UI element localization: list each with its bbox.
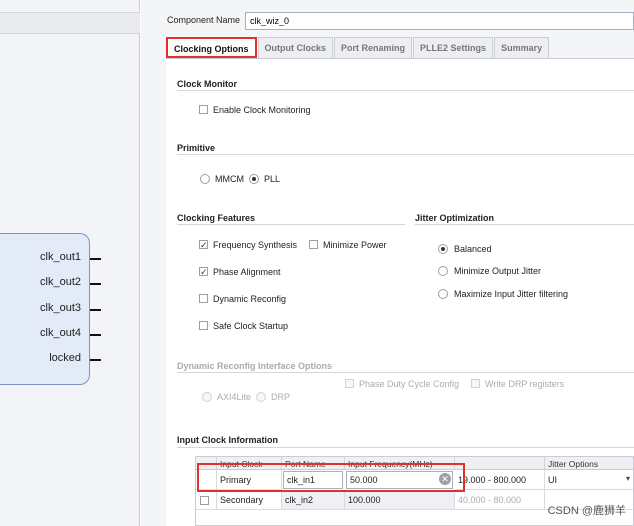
port-pin-clk-out1 (90, 258, 101, 260)
section-divider (177, 372, 634, 373)
dynamic-reconfig-label: Dynamic Reconfig (213, 294, 287, 304)
port-pin-clk-out2 (90, 283, 101, 285)
section-divider (177, 154, 634, 155)
port-label-clk-out3: clk_out3 (40, 302, 81, 314)
mmcm-radio[interactable] (200, 174, 210, 184)
primary-jitter-options-select[interactable]: UI (545, 470, 633, 490)
primary-range-cell: 19.000 - 800.000 (455, 470, 545, 490)
section-divider (177, 224, 405, 225)
tab-clocking-options[interactable]: Clocking Options (166, 37, 257, 58)
section-divider (177, 90, 634, 91)
enable-clock-monitoring-checkbox[interactable] (199, 105, 208, 114)
secondary-frequency-input[interactable]: 100.000 (345, 490, 455, 510)
balanced-radio[interactable] (438, 244, 448, 254)
tab-port-renaming[interactable]: Port Renaming (334, 37, 413, 58)
mmcm-label: MMCM (215, 174, 244, 184)
phase-alignment-checkbox[interactable] (199, 267, 208, 276)
axi4lite-radio[interactable] (202, 392, 212, 402)
phase-duty-cycle-label: Phase Duty Cycle Config (359, 379, 460, 389)
secondary-clock-cell: Secondary (217, 490, 282, 510)
dynamic-reconfig-interface-title: Dynamic Reconfig Interface Options (177, 361, 333, 371)
input-clock-info-title: Input Clock Information (177, 435, 278, 445)
component-name-input[interactable] (245, 12, 634, 30)
section-divider (415, 224, 634, 225)
clock-monitor-title: Clock Monitor (177, 79, 237, 89)
dynamic-reconfig-checkbox[interactable] (199, 294, 208, 303)
maximize-input-jitter-label: Maximize Input Jitter filtering (454, 289, 569, 299)
clocking-features-title: Clocking Features (177, 213, 256, 223)
phase-alignment-label: Phase Alignment (213, 267, 281, 277)
safe-clock-startup-label: Safe Clock Startup (213, 321, 289, 331)
minimize-power-label: Minimize Power (323, 240, 387, 250)
highlight-box (197, 463, 465, 492)
port-label-clk-out1: clk_out1 (40, 251, 81, 263)
table-header-jitter-options: Jitter Options (545, 457, 633, 470)
minimize-power-checkbox[interactable] (309, 240, 318, 249)
drp-radio[interactable] (256, 392, 266, 402)
secondary-clock-checkbox[interactable] (200, 496, 209, 505)
maximize-input-jitter-radio[interactable] (438, 289, 448, 299)
primitive-title: Primitive (177, 143, 216, 153)
symbol-panel: clk_out1 clk_out2 clk_out3 clk_out4 lock… (0, 0, 140, 526)
port-pin-clk-out3 (90, 309, 101, 311)
minimize-output-jitter-label: Minimize Output Jitter (454, 266, 542, 276)
safe-clock-startup-checkbox[interactable] (199, 321, 208, 330)
write-drp-label: Write DRP registers (485, 379, 565, 389)
component-name-label: Component Name (167, 15, 241, 25)
frequency-synthesis-checkbox[interactable] (199, 240, 208, 249)
secondary-port-name-input[interactable]: clk_in2 (282, 490, 345, 510)
tab-bar: Clocking Options Output Clocks Port Rena… (166, 37, 550, 58)
axi4lite-label: AXI4Lite (217, 392, 252, 402)
pll-radio[interactable] (249, 174, 259, 184)
tab-plle2-settings[interactable]: PLLE2 Settings (413, 37, 494, 58)
chevron-down-icon[interactable]: ▾ (626, 474, 630, 483)
enable-clock-monitoring-label: Enable Clock Monitoring (213, 105, 311, 115)
symbol-toolbar (0, 12, 140, 34)
pll-label: PLL (264, 174, 281, 184)
watermark: CSDN @鹿狮羊 (547, 505, 626, 517)
port-label-clk-out2: clk_out2 (40, 276, 81, 288)
port-label-clk-out4: clk_out4 (40, 327, 81, 339)
section-divider (177, 447, 634, 448)
tab-output-clocks[interactable]: Output Clocks (257, 37, 334, 58)
minimize-output-jitter-radio[interactable] (438, 266, 448, 276)
phase-duty-cycle-checkbox[interactable] (345, 379, 354, 388)
drp-label: DRP (271, 392, 291, 402)
port-pin-locked (90, 359, 101, 361)
balanced-label: Balanced (454, 244, 492, 254)
jitter-optimization-title: Jitter Optimization (415, 213, 495, 223)
port-pin-clk-out4 (90, 334, 101, 336)
table-header-range (455, 457, 545, 470)
frequency-synthesis-label: Frequency Synthesis (213, 240, 298, 250)
tab-summary[interactable]: Summary (494, 37, 550, 58)
secondary-range-cell: 40.000 - 80.000 (455, 490, 545, 510)
port-label-locked: locked (49, 352, 81, 364)
write-drp-checkbox[interactable] (471, 379, 480, 388)
